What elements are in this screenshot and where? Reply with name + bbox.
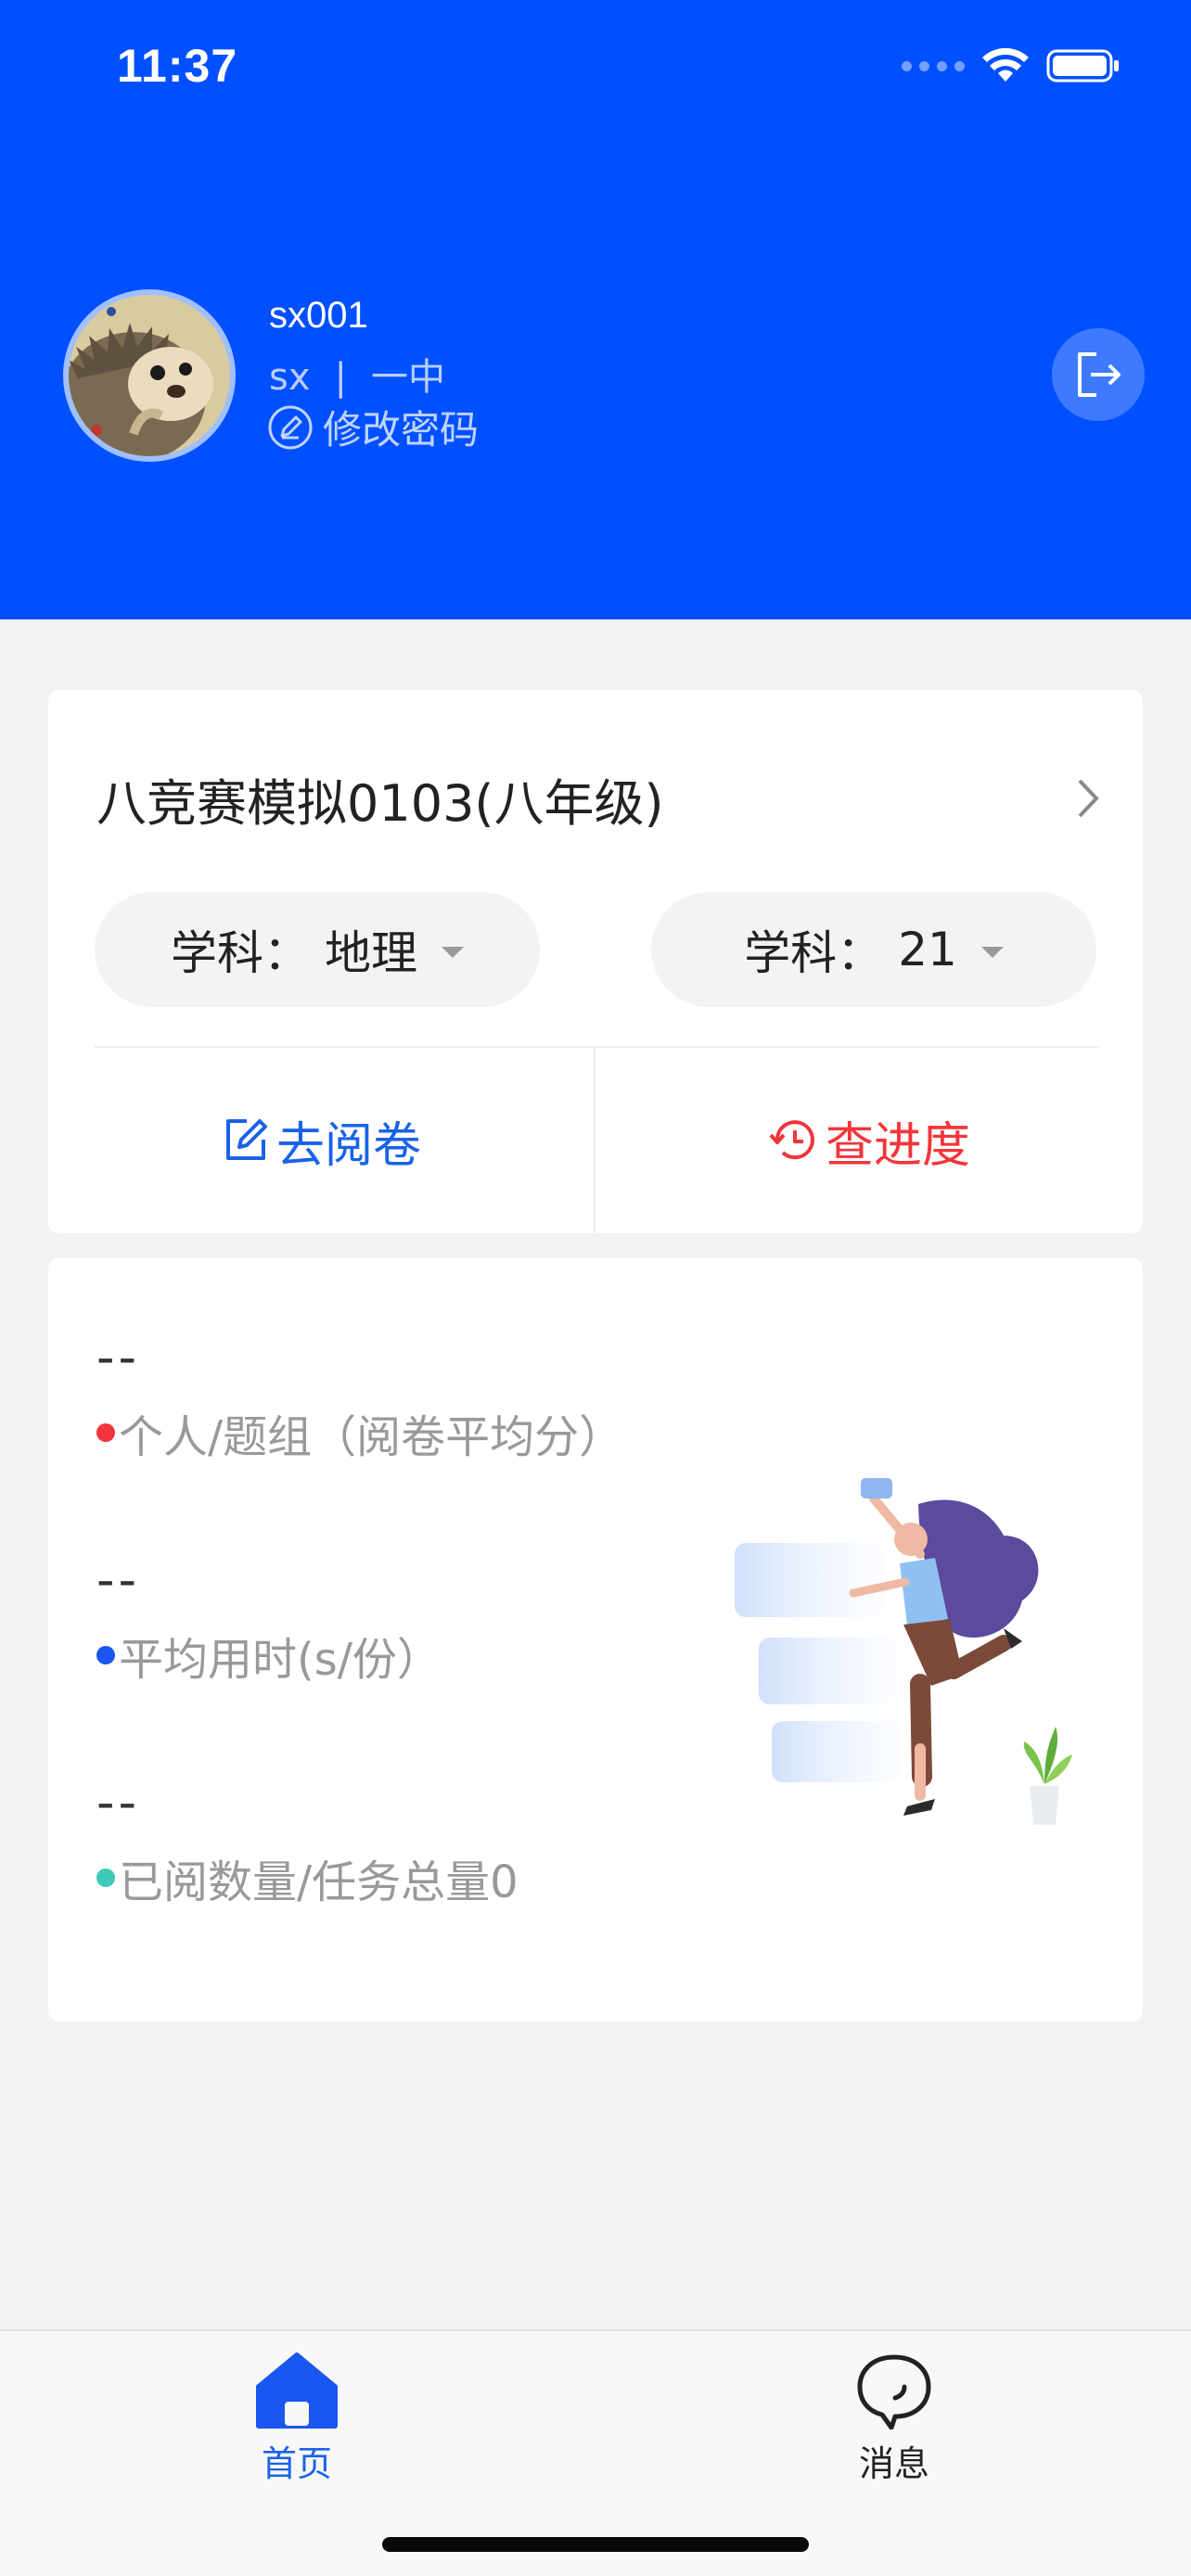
stat-label: 个人/题组（阅卷平均分） — [119, 1411, 624, 1463]
stat-value: -- — [96, 1773, 140, 1831]
woman-with-cards-illustration — [735, 1478, 1072, 1825]
stat-reviewed-count: -- 已阅数量/任务总量0 — [96, 1775, 519, 1910]
review-label: 去阅卷 — [275, 1117, 421, 1174]
logout-icon — [1078, 352, 1121, 397]
stat-average-score: -- 个人/题组（阅卷平均分） — [96, 1330, 623, 1465]
stat-label: 平均用时(s/份） — [119, 1634, 442, 1686]
username: sx001 — [269, 295, 368, 336]
red-dot-icon — [96, 1423, 115, 1442]
signal-icon — [902, 60, 965, 71]
subject-selector-label: 学科： — [171, 926, 310, 980]
home-icon — [256, 2353, 338, 2429]
teal-dot-icon — [96, 1868, 115, 1887]
user-role: sx — [269, 356, 311, 399]
tab-messages-label: 消息 — [858, 2443, 929, 2484]
review-button[interactable]: 去阅卷 — [48, 1048, 594, 1233]
task-card: 八竞赛模拟0103(八年级) 学科： 地理 学科： 21 去阅卷 查进度 — [48, 690, 1143, 1233]
question-selector-value: 21 — [898, 923, 957, 976]
status-icons — [902, 48, 1121, 83]
battery-icon — [1046, 49, 1119, 83]
stat-label-row: 平均用时(s/份） — [96, 1623, 442, 1688]
progress-button[interactable]: 查进度 — [596, 1048, 1143, 1233]
stat-label-row: 已阅数量/任务总量0 — [96, 1845, 519, 1910]
subject-selector[interactable]: 学科： 地理 — [95, 892, 540, 1007]
stat-label: 已阅数量/任务总量0 — [119, 1856, 519, 1908]
avatar[interactable] — [63, 289, 236, 462]
meta-separator: | — [334, 356, 347, 399]
logout-button[interactable] — [1052, 328, 1145, 421]
user-school: 一中 — [371, 356, 445, 399]
subject-selector-value: 地理 — [325, 926, 417, 980]
screen: 11:37 sx001 sx | 一中 修改密码 八竞赛模拟0103(八年级) … — [0, 0, 1191, 2576]
stats-card: -- 个人/题组（阅卷平均分） -- 平均用时(s/份） -- 已阅数量/任务总… — [48, 1257, 1143, 2021]
user-meta: sx | 一中 — [269, 347, 445, 401]
history-clock-icon — [769, 1120, 814, 1160]
wifi-icon — [982, 48, 1029, 82]
edit-square-icon — [225, 1119, 267, 1160]
caret-down-icon — [980, 947, 1004, 958]
chat-bubble-icon — [857, 2354, 931, 2429]
home-indicator — [382, 2537, 809, 2552]
question-selector-label: 学科： — [744, 926, 884, 980]
blue-dot-icon — [96, 1646, 115, 1664]
task-title[interactable]: 八竞赛模拟0103(八年级) — [96, 762, 664, 835]
stat-value: -- — [96, 1328, 140, 1386]
stat-value: -- — [96, 1550, 140, 1609]
tab-messages[interactable]: 消息 — [801, 2352, 987, 2486]
stat-label-row: 个人/题组（阅卷平均分） — [96, 1400, 623, 1465]
question-selector[interactable]: 学科： 21 — [651, 892, 1096, 1007]
stat-average-time: -- 平均用时(s/份） — [96, 1552, 442, 1688]
change-password-label: 修改密码 — [323, 407, 480, 453]
status-time: 11:37 — [117, 40, 238, 92]
change-password-link[interactable]: 修改密码 — [267, 399, 479, 455]
tab-home-label: 首页 — [261, 2443, 332, 2484]
edit-pencil-icon — [268, 405, 313, 449]
hedgehog-avatar-image — [69, 295, 230, 456]
caret-down-icon — [442, 947, 464, 958]
chevron-right-icon[interactable] — [1074, 775, 1102, 822]
progress-label: 查进度 — [825, 1117, 970, 1174]
tab-home[interactable]: 首页 — [204, 2352, 390, 2486]
profile-header: 11:37 sx001 sx | 一中 修改密码 — [0, 0, 1191, 619]
